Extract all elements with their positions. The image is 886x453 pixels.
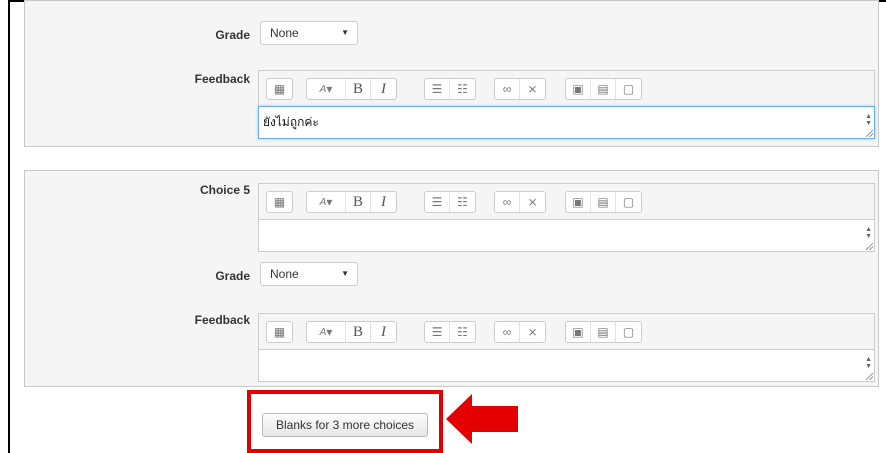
ordered-list-icon[interactable]: ☷ bbox=[450, 79, 475, 99]
toolbar-group-4: ∞ ⨯ bbox=[494, 321, 546, 343]
toolbar-group-4: ∞ ⨯ bbox=[494, 78, 546, 100]
toolbar-group-5: ▣ ▤ ▢ bbox=[565, 191, 642, 213]
choice-label: Choice 5 bbox=[199, 183, 250, 197]
bold-icon[interactable]: B bbox=[346, 322, 371, 342]
bold-icon[interactable]: B bbox=[346, 192, 371, 212]
spinner-icon: ▲ ▼ bbox=[865, 356, 872, 370]
unlink-icon[interactable]: ⨯ bbox=[520, 79, 545, 99]
toolbar-group-4: ∞ ⨯ bbox=[494, 191, 546, 213]
toolbar-group-1: ▦ bbox=[266, 191, 293, 213]
feedback-editor-4: ▦ A ▾ B I ☰ ☷ ∞ ⨯ ▣ ▤ ▢ ยังไม่ถูกค่ะ ▲ ▼ bbox=[258, 70, 875, 139]
manage-files-icon[interactable]: ▢ bbox=[616, 192, 641, 212]
show-more-buttons-icon[interactable]: ▦ bbox=[267, 322, 292, 342]
media-icon[interactable]: ▤ bbox=[591, 192, 616, 212]
resize-handle-icon[interactable] bbox=[866, 243, 873, 250]
editor-toolbar: ▦ A ▾ B I ☰ ☷ ∞ ⨯ ▣ ▤ ▢ bbox=[258, 313, 875, 349]
toolbar-group-3: ☰ ☷ bbox=[424, 321, 476, 343]
feedback-textarea[interactable]: ▲ ▼ bbox=[258, 349, 875, 382]
link-icon[interactable]: ∞ bbox=[495, 192, 520, 212]
annotation-highlight-box bbox=[247, 390, 443, 453]
toolbar-group-5: ▣ ▤ ▢ bbox=[565, 321, 642, 343]
editor-toolbar: ▦ A ▾ B I ☰ ☷ ∞ ⨯ ▣ ▤ ▢ bbox=[258, 70, 875, 106]
show-more-buttons-icon[interactable]: ▦ bbox=[267, 192, 292, 212]
ordered-list-icon[interactable]: ☷ bbox=[450, 322, 475, 342]
italic-icon[interactable]: I bbox=[371, 79, 396, 99]
unlink-icon[interactable]: ⨯ bbox=[520, 192, 545, 212]
grade-select[interactable]: None ▼ bbox=[260, 21, 358, 45]
grade-label: Grade bbox=[215, 269, 250, 283]
manage-files-icon[interactable]: ▢ bbox=[616, 79, 641, 99]
image-icon[interactable]: ▣ bbox=[566, 192, 591, 212]
media-icon[interactable]: ▤ bbox=[591, 79, 616, 99]
toolbar-group-2: A ▾ B I bbox=[306, 191, 397, 213]
grade-select[interactable]: None ▼ bbox=[260, 262, 358, 286]
feedback-editor-5: ▦ A ▾ B I ☰ ☷ ∞ ⨯ ▣ ▤ ▢ ▲ ▼ bbox=[258, 313, 875, 382]
ordered-list-icon[interactable]: ☷ bbox=[450, 192, 475, 212]
editor-toolbar: ▦ A ▾ B I ☰ ☷ ∞ ⨯ ▣ ▤ ▢ bbox=[258, 183, 875, 219]
toolbar-group-3: ☰ ☷ bbox=[424, 191, 476, 213]
toolbar-group-5: ▣ ▤ ▢ bbox=[565, 78, 642, 100]
chevron-down-icon: ▼ bbox=[341, 28, 349, 37]
link-icon[interactable]: ∞ bbox=[495, 322, 520, 342]
resize-handle-icon[interactable] bbox=[866, 373, 873, 380]
toolbar-group-1: ▦ bbox=[266, 321, 293, 343]
choice-textarea[interactable]: ▲ ▼ bbox=[258, 219, 875, 252]
show-more-buttons-icon[interactable]: ▦ bbox=[267, 79, 292, 99]
spinner-icon: ▲ ▼ bbox=[865, 113, 872, 127]
grade-label: Grade bbox=[215, 28, 250, 42]
choice-editor-5: ▦ A ▾ B I ☰ ☷ ∞ ⨯ ▣ ▤ ▢ ▲ ▼ bbox=[258, 183, 875, 252]
chevron-down-icon: ▼ bbox=[341, 269, 349, 278]
image-icon[interactable]: ▣ bbox=[566, 79, 591, 99]
unordered-list-icon[interactable]: ☰ bbox=[425, 79, 450, 99]
toolbar-group-1: ▦ bbox=[266, 78, 293, 100]
unordered-list-icon[interactable]: ☰ bbox=[425, 322, 450, 342]
feedback-textarea[interactable]: ยังไม่ถูกค่ะ ▲ ▼ bbox=[258, 106, 875, 139]
link-icon[interactable]: ∞ bbox=[495, 79, 520, 99]
italic-icon[interactable]: I bbox=[371, 322, 396, 342]
toolbar-group-3: ☰ ☷ bbox=[424, 78, 476, 100]
grade-select-value: None bbox=[270, 26, 299, 40]
annotation-arrow-icon bbox=[446, 394, 518, 444]
manage-files-icon[interactable]: ▢ bbox=[616, 322, 641, 342]
unordered-list-icon[interactable]: ☰ bbox=[425, 192, 450, 212]
italic-icon[interactable]: I bbox=[371, 192, 396, 212]
grade-select-value: None bbox=[270, 267, 299, 281]
feedback-label: Feedback bbox=[194, 313, 250, 327]
feedback-label: Feedback bbox=[194, 72, 250, 86]
bold-icon[interactable]: B bbox=[346, 79, 371, 99]
unlink-icon[interactable]: ⨯ bbox=[520, 322, 545, 342]
resize-handle-icon[interactable] bbox=[866, 130, 873, 137]
spinner-icon: ▲ ▼ bbox=[865, 226, 872, 240]
toolbar-group-2: A ▾ B I bbox=[306, 78, 397, 100]
font-color-icon[interactable]: A ▾ bbox=[307, 322, 346, 342]
media-icon[interactable]: ▤ bbox=[591, 322, 616, 342]
font-color-icon[interactable]: A ▾ bbox=[307, 79, 346, 99]
image-icon[interactable]: ▣ bbox=[566, 322, 591, 342]
feedback-text: ยังไม่ถูกค่ะ bbox=[263, 115, 319, 129]
toolbar-group-2: A ▾ B I bbox=[306, 321, 397, 343]
font-color-icon[interactable]: A ▾ bbox=[307, 192, 346, 212]
